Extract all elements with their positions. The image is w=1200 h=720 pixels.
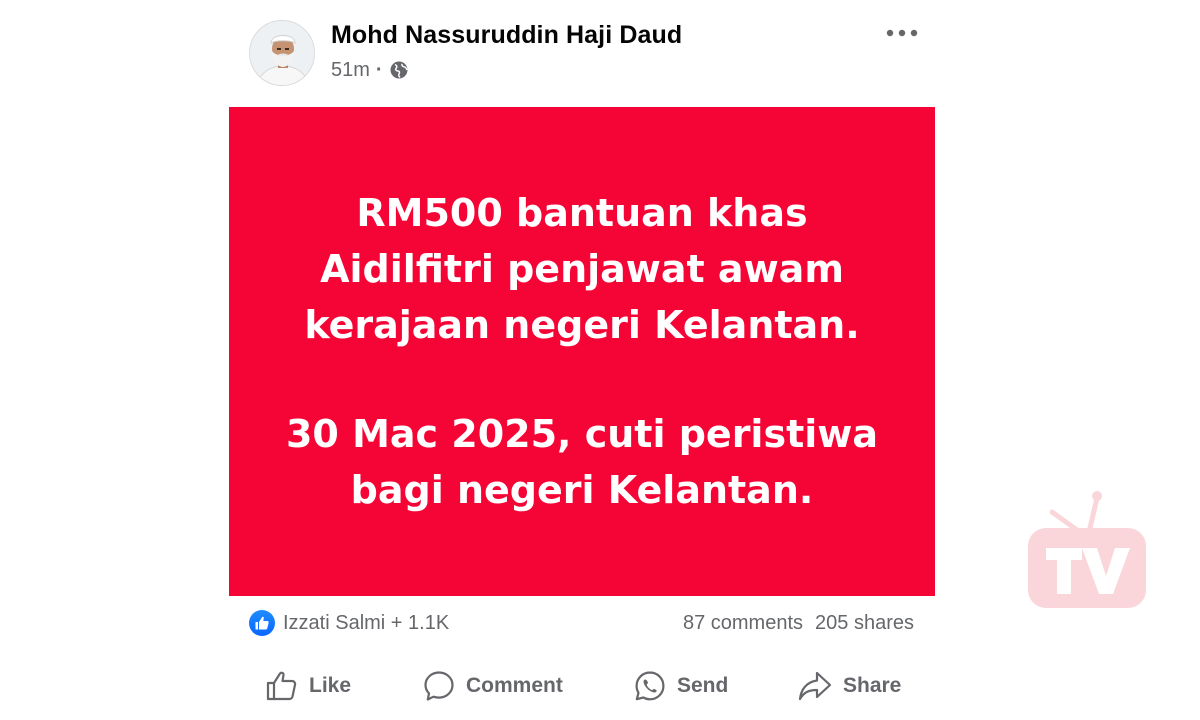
image-text-line: 30 Mac 2025, cuti peristiwa (285, 412, 879, 456)
image-text-line: Aidilfitri penjawat awam (320, 247, 844, 291)
avatar-portrait-icon (250, 21, 314, 85)
comments-count-link[interactable]: 87 comments (683, 612, 803, 635)
reactions-text: Izzati Salmi + 1.1K (283, 611, 450, 634)
post-timestamp[interactable]: 51m (331, 59, 370, 82)
like-label: Like (309, 674, 352, 697)
more-options-button[interactable] (880, 20, 924, 46)
post-meta: 51m · (331, 58, 409, 82)
author-name[interactable]: Mohd Nassuruddin Haji Daud (331, 21, 682, 50)
facebook-post: Mohd Nassuruddin Haji Daud 51m · RM500 b… (0, 0, 1200, 720)
author-avatar[interactable] (249, 20, 315, 86)
image-text-line: bagi negeri Kelantan. (350, 468, 814, 512)
meta-separator: · (375, 58, 383, 81)
tv-logo-watermark (1022, 490, 1152, 615)
image-text-line: kerajaan negeri Kelantan. (304, 303, 860, 347)
globe-icon[interactable] (389, 60, 409, 80)
whatsapp-icon (635, 671, 665, 701)
shares-count-link[interactable]: 205 shares (815, 612, 914, 635)
send-label: Send (677, 674, 729, 697)
post-image[interactable]: RM500 bantuan khas Aidilfitri penjawat a… (229, 107, 935, 596)
share-label: Share (843, 674, 902, 697)
like-reaction-icon (249, 610, 275, 636)
reactions-summary[interactable]: Izzati Salmi + 1.1K (249, 609, 449, 637)
send-button[interactable]: Send (633, 667, 728, 705)
comment-label: Comment (466, 674, 563, 697)
comment-bubble-icon (424, 671, 454, 701)
thumbs-up-icon (266, 671, 297, 701)
like-button[interactable]: Like (265, 667, 351, 705)
more-horizontal-icon (886, 29, 918, 37)
share-button[interactable]: Share (797, 667, 901, 705)
image-text-line: RM500 bantuan khas (356, 191, 808, 235)
share-arrow-icon (798, 671, 832, 701)
engagement-counts: 87 comments 205 shares (683, 609, 914, 637)
comment-button[interactable]: Comment (422, 667, 563, 705)
